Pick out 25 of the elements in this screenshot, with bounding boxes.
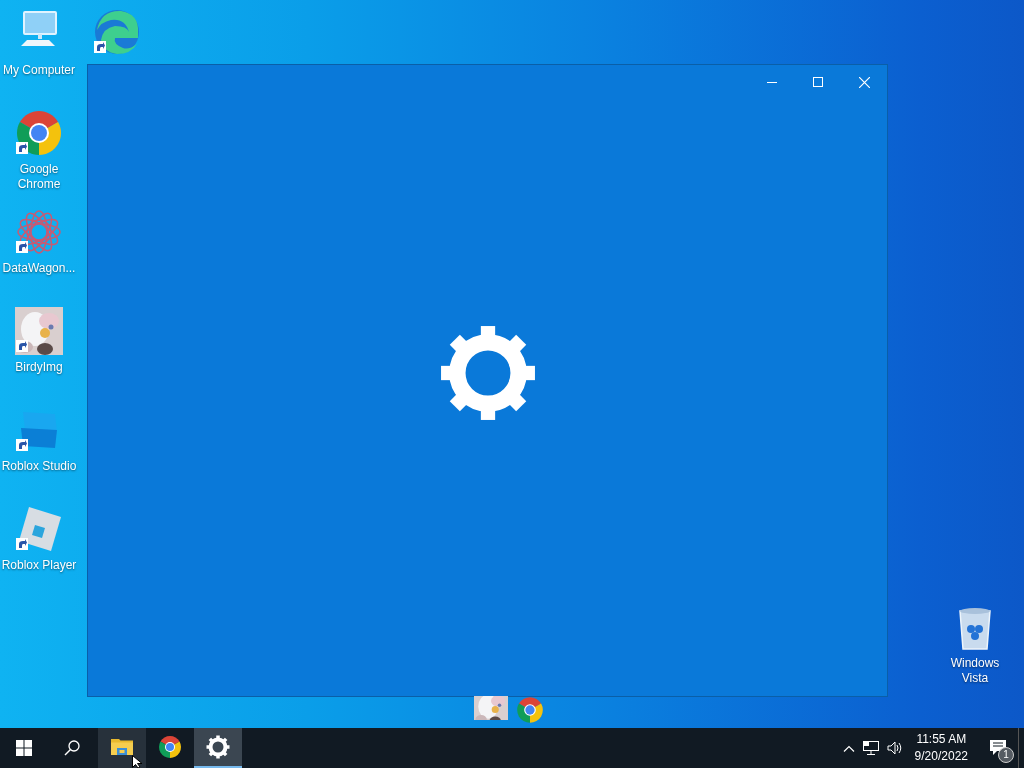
search-icon[interactable]	[64, 740, 80, 756]
chevron-up-icon[interactable]	[842, 744, 855, 752]
icon-label[interactable]: My Computer	[3, 63, 75, 78]
minimize-icon[interactable]	[767, 81, 777, 83]
maximize-icon[interactable]	[813, 77, 823, 87]
cursor-icon	[132, 755, 144, 768]
clock-date[interactable]: 9/20/2022	[914, 748, 968, 765]
notification-badge: 1	[998, 747, 1014, 763]
speaker-icon[interactable]	[886, 741, 903, 755]
icon-label[interactable]: Windows Vista	[936, 656, 1014, 686]
chrome-icon	[158, 735, 182, 759]
icon-label[interactable]: DataWagon...	[2, 261, 76, 276]
network-icon[interactable]	[862, 741, 879, 755]
chrome-icon[interactable]	[516, 696, 544, 724]
close-icon[interactable]	[858, 76, 870, 88]
windows-logo-icon[interactable]	[16, 740, 32, 756]
taskbar-button[interactable]	[98, 728, 146, 768]
clock-time[interactable]: 11:55 AM	[916, 731, 967, 748]
taskbar-button[interactable]	[194, 728, 242, 768]
gear-icon	[438, 323, 537, 422]
icon-label[interactable]: BirdyImg	[15, 360, 63, 375]
icon-label[interactable]: Google Chrome	[0, 162, 78, 192]
icon-label[interactable]: Roblox Player	[1, 558, 77, 573]
gear-icon	[206, 735, 230, 759]
icon-label[interactable]: Roblox Studio	[1, 459, 77, 474]
